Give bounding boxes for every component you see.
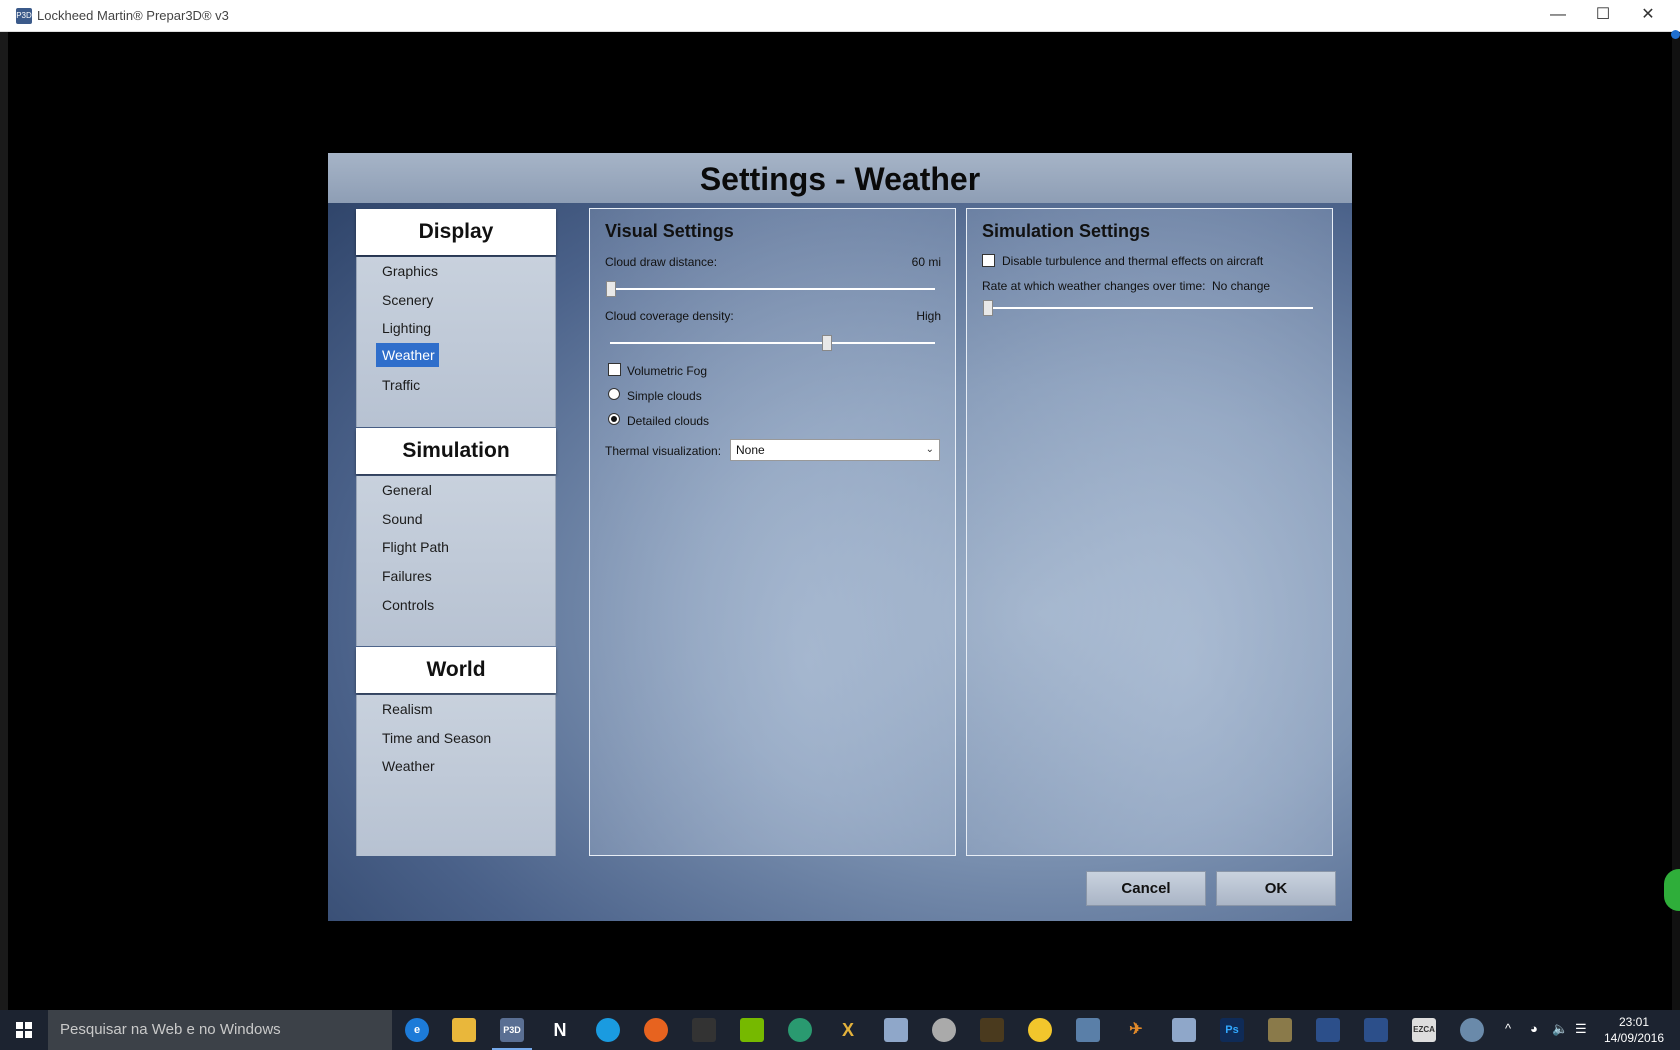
app-icon[interactable]	[1076, 1018, 1100, 1042]
start-button[interactable]	[0, 1010, 48, 1050]
app-icon[interactable]	[1316, 1018, 1340, 1042]
app-icon[interactable]	[980, 1018, 1004, 1042]
clock-date: 14/09/2016	[1603, 1031, 1665, 1045]
plane-icon[interactable]: ✈	[1124, 1018, 1148, 1042]
clock-time: 23:01	[1618, 1015, 1650, 1029]
maximize-button[interactable]: ☐	[1580, 0, 1626, 32]
simple-clouds-label: Simple clouds	[627, 389, 702, 403]
cloud-coverage-density-slider-thumb[interactable]	[822, 335, 833, 351]
volume-icon[interactable]: 🔈	[1552, 1021, 1568, 1037]
nav-display-graphics[interactable]: Graphics	[376, 259, 444, 283]
notification-dot	[1671, 30, 1680, 39]
simulation-settings-panel: Simulation Settings Disable turbulence a…	[966, 208, 1333, 856]
app-icon[interactable]	[692, 1018, 716, 1042]
nav-simulation-flight-path[interactable]: Flight Path	[376, 535, 455, 559]
thermal-visualization-select[interactable]: None ⌄	[730, 439, 940, 461]
p3d-app-icon: P3D	[16, 8, 32, 24]
nav-display-scenery[interactable]: Scenery	[376, 288, 439, 312]
app-icon[interactable]	[1268, 1018, 1292, 1042]
cloud-draw-distance-track[interactable]	[610, 288, 935, 290]
nav-world-time-and-season[interactable]: Time and Season	[376, 726, 497, 750]
nav-simulation-failures[interactable]: Failures	[376, 564, 438, 588]
app-icon[interactable]	[1460, 1018, 1484, 1042]
minimize-button[interactable]: —	[1535, 0, 1581, 32]
detailed-clouds-radio[interactable]	[608, 413, 620, 425]
p3d-icon[interactable]: P3D	[500, 1018, 524, 1042]
category-world: World	[356, 647, 556, 693]
firefox-icon[interactable]	[644, 1018, 668, 1042]
skype-icon[interactable]	[596, 1018, 620, 1042]
nav-display-weather[interactable]: Weather	[376, 343, 439, 367]
disable-turbulence-label: Disable turbulence and thermal effects o…	[1002, 254, 1264, 268]
category-simulation: Simulation	[356, 428, 556, 474]
window-title: Lockheed Martin® Prepar3D® v3	[37, 8, 229, 23]
nvidia-icon[interactable]	[740, 1018, 764, 1042]
nav-world-realism[interactable]: Realism	[376, 697, 439, 721]
ok-button[interactable]: OK	[1216, 871, 1336, 906]
left-edge	[0, 32, 8, 1010]
volumetric-fog-label: Volumetric Fog	[627, 364, 708, 378]
radio-selected-dot	[611, 416, 617, 422]
chevron-down-icon: ⌄	[925, 444, 934, 455]
disable-turbulence-checkbox[interactable]	[982, 254, 995, 267]
weather-change-rate-slider-thumb[interactable]	[983, 300, 993, 316]
dialog-header: Settings - Weather	[328, 153, 1352, 203]
simulation-settings-title: Simulation Settings	[982, 221, 1151, 241]
thermal-visualization-value: None	[736, 443, 765, 457]
globe-icon[interactable]	[932, 1018, 956, 1042]
nav-simulation-controls[interactable]: Controls	[376, 593, 440, 617]
thermal-visualization-label: Thermal visualization:	[605, 444, 722, 458]
edge-icon[interactable]: e	[405, 1018, 429, 1042]
network-icon[interactable]: ◕	[1530, 1021, 1538, 1036]
visual-settings-panel: Visual Settings Cloud draw distance: 60 …	[589, 208, 956, 856]
floating-green-widget[interactable]	[1664, 869, 1680, 911]
visual-settings-title: Visual Settings	[605, 221, 734, 241]
photoshop-icon[interactable]: Ps	[1220, 1018, 1244, 1042]
cloud-draw-distance-slider-thumb[interactable]	[606, 281, 616, 297]
cloud-draw-distance-label: Cloud draw distance:	[605, 255, 718, 269]
simple-clouds-radio[interactable]	[608, 388, 620, 400]
globe-app-icon[interactable]	[788, 1018, 812, 1042]
volumetric-fog-checkbox[interactable]	[608, 363, 621, 376]
tray-expand-icon[interactable]: ^	[1505, 1021, 1511, 1036]
taskbar-search-box[interactable]: Pesquisar na Web e no Windows	[48, 1010, 392, 1050]
nav-simulation-sound[interactable]: Sound	[376, 507, 428, 531]
cloud-coverage-density-value: High	[916, 309, 941, 323]
close-button[interactable]: ✕	[1625, 0, 1671, 32]
cloud-coverage-density-track[interactable]	[610, 342, 935, 344]
taskbar: Pesquisar na Web e no Windows e P3D N X …	[0, 1010, 1680, 1050]
cancel-button[interactable]: Cancel	[1086, 871, 1206, 906]
window-titlebar: P3D Lockheed Martin® Prepar3D® v3 — ☐ ✕	[0, 0, 1680, 32]
weather-change-rate-label: Rate at which weather changes over time:	[982, 279, 1206, 293]
nav-world-weather[interactable]: Weather	[376, 754, 441, 778]
weather-change-rate-value: No change	[1212, 279, 1271, 293]
app-icon[interactable]	[884, 1018, 908, 1042]
ezca-icon[interactable]: EZCA	[1412, 1018, 1436, 1042]
cloud-draw-distance-value: 60 mi	[911, 255, 941, 269]
nav-display-traffic[interactable]: Traffic	[376, 373, 426, 397]
notifications-icon[interactable]: ☰	[1575, 1021, 1587, 1037]
windows-logo-icon	[16, 1022, 32, 1038]
nav-simulation-general[interactable]: General	[376, 478, 438, 502]
cloud-coverage-density-label: Cloud coverage density:	[605, 309, 734, 323]
settings-dialog: Settings - Weather Display Graphics Scen…	[328, 153, 1352, 921]
right-edge	[1672, 32, 1680, 1010]
n-app-icon[interactable]: N	[548, 1018, 572, 1042]
detailed-clouds-label: Detailed clouds	[627, 414, 710, 428]
category-display: Display	[356, 209, 556, 255]
x-plane-icon[interactable]: X	[836, 1018, 860, 1042]
nav-display-lighting[interactable]: Lighting	[376, 316, 437, 340]
app-icon[interactable]	[1364, 1018, 1388, 1042]
taskbar-clock[interactable]: 23:01 14/09/2016	[1598, 1014, 1670, 1046]
file-explorer-icon[interactable]	[452, 1018, 476, 1042]
app-icon[interactable]	[1172, 1018, 1196, 1042]
weather-icon[interactable]	[1028, 1018, 1052, 1042]
dialog-title: Settings - Weather	[699, 161, 981, 197]
weather-change-rate-track[interactable]	[987, 307, 1313, 309]
